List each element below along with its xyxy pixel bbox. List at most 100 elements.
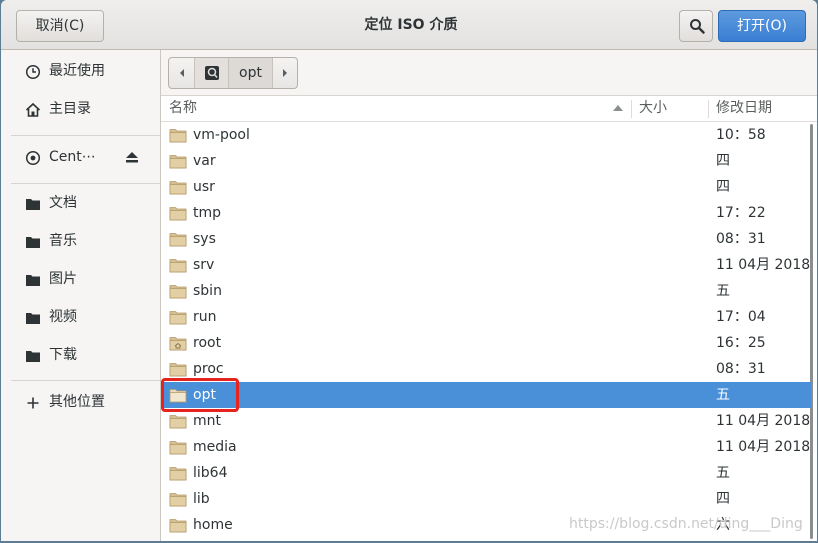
file-name: root	[193, 335, 222, 351]
file-name: lib64	[193, 465, 228, 481]
sidebar-item-recent[interactable]: 最近使用	[11, 52, 160, 90]
file-row[interactable]: opt 五	[161, 378, 811, 412]
sidebar-item-label: 下载	[49, 347, 77, 363]
file-row[interactable]: lib64 五	[161, 460, 811, 486]
column-divider	[631, 100, 632, 118]
sidebar-item-label: 视频	[49, 309, 77, 325]
annotation-highlight-box	[161, 378, 239, 412]
folder-icon	[26, 199, 40, 210]
sidebar-item-other-locations[interactable]: 其他位置	[11, 383, 160, 421]
file-row[interactable]: run 17：04	[161, 304, 811, 330]
file-name: vm-pool	[193, 127, 250, 143]
path-scroll-left-button[interactable]	[169, 58, 195, 88]
folder-icon	[169, 519, 187, 533]
file-modified-date: 17：04	[716, 309, 766, 325]
file-list: vm-pool 10：58 var 四 usr 四 tmp 17：22 sys 08：31 srv 1…	[161, 122, 817, 541]
open-button[interactable]: 打开(O)	[718, 10, 806, 42]
file-row[interactable]: media 11 04月 2018	[161, 434, 811, 460]
column-header-size[interactable]: 大小	[639, 96, 667, 121]
file-row[interactable]: srv 11 04月 2018	[161, 252, 811, 278]
drive-icon	[205, 66, 219, 80]
sidebar-item-label: 最近使用	[49, 63, 105, 79]
folder-icon	[169, 441, 187, 455]
file-modified-date: 五	[716, 465, 730, 481]
sidebar-item-videos[interactable]: 视频	[11, 298, 160, 336]
chevron-right-icon	[283, 69, 287, 77]
file-modified-date: 11 04月 2018	[716, 257, 811, 273]
chevron-left-icon	[180, 69, 184, 77]
folder-icon	[26, 351, 40, 362]
file-row[interactable]: root 16：25	[161, 330, 811, 356]
folder-icon	[26, 313, 40, 324]
file-row[interactable]: usr 四	[161, 174, 811, 200]
path-segment-root[interactable]	[195, 58, 229, 88]
sidebar-item-label: 音乐	[49, 233, 77, 249]
disc-icon	[25, 150, 41, 166]
sidebar-item-pictures[interactable]: 图片	[11, 260, 160, 298]
folder-icon	[26, 237, 40, 248]
file-modified-date: 08：31	[716, 231, 766, 247]
column-divider	[708, 100, 709, 118]
file-name: var	[193, 153, 216, 169]
sidebar-item-label: 图片	[49, 271, 77, 287]
folder-icon	[169, 311, 187, 325]
file-row[interactable]: tmp 17：22	[161, 200, 811, 226]
plus-icon	[27, 397, 39, 409]
places-sidebar: 最近使用 主目录 Cent⋯ 文档 音乐 图片 视频 下载 其他位置	[11, 50, 160, 541]
folder-icon	[169, 155, 187, 169]
file-modified-date: 四	[716, 179, 730, 195]
file-modified-date: 五	[716, 387, 730, 403]
file-modified-date: 08：31	[716, 361, 766, 377]
cancel-button[interactable]: 取消(C)	[16, 10, 104, 42]
path-scroll-right-button[interactable]	[273, 58, 297, 88]
file-name: sbin	[193, 283, 222, 299]
sidebar-item-documents[interactable]: 文档	[11, 184, 160, 222]
file-row[interactable]: var 四	[161, 148, 811, 174]
file-list-pane: opt 名称 大小 修改日期 vm-pool 10：58 var 四 usr 四 tmp 17…	[160, 50, 817, 541]
file-name: sys	[193, 231, 216, 247]
file-name: usr	[193, 179, 215, 195]
file-modified-date: 16：25	[716, 335, 766, 351]
dialog-title: 定位 ISO 介质	[364, 17, 458, 33]
column-header-name[interactable]: 名称	[169, 96, 197, 121]
eject-icon[interactable]	[125, 151, 139, 164]
folder-icon	[26, 275, 40, 286]
file-modified-date: 17：22	[716, 205, 766, 221]
search-button[interactable]	[679, 10, 713, 42]
file-modified-date: 11 04月 2018	[716, 413, 811, 429]
location-bar: opt	[161, 50, 817, 96]
file-row[interactable]: lib 四	[161, 486, 811, 512]
vertical-scrollbar[interactable]	[810, 124, 813, 539]
header-bar: 取消(C) 定位 ISO 介质 打开(O)	[1, 0, 817, 50]
file-name: home	[193, 517, 233, 533]
folder-icon	[169, 415, 187, 429]
sidebar-item-downloads[interactable]: 下载	[11, 336, 160, 374]
sort-ascending-icon	[613, 105, 623, 111]
folder-icon	[169, 493, 187, 507]
sidebar-item-home[interactable]: 主目录	[11, 90, 160, 128]
folder-icon	[169, 363, 187, 377]
file-row[interactable]: vm-pool 10：58	[161, 122, 811, 148]
sidebar-item-label: Cent⋯	[49, 149, 96, 165]
sidebar-item-label: 主目录	[49, 101, 91, 117]
file-modified-date: 四	[716, 153, 730, 169]
file-row[interactable]: sbin 五	[161, 278, 811, 304]
file-row[interactable]: mnt 11 04月 2018	[161, 408, 811, 434]
file-modified-date: 11 04月 2018	[716, 439, 811, 455]
sidebar-item-music[interactable]: 音乐	[11, 222, 160, 260]
folder-icon	[169, 259, 187, 273]
home-icon	[25, 102, 41, 117]
folder-icon	[169, 467, 187, 481]
file-row[interactable]: sys 08：31	[161, 226, 811, 252]
sidebar-item-label: 其他位置	[49, 394, 105, 410]
path-bar: opt	[168, 57, 298, 89]
path-segment-current[interactable]: opt	[229, 58, 273, 88]
column-header-modified[interactable]: 修改日期	[716, 96, 772, 121]
file-name: lib	[193, 491, 210, 507]
home-folder-icon	[169, 337, 187, 351]
sidebar-item-centos-disc[interactable]: Cent⋯	[11, 138, 160, 176]
folder-icon	[169, 207, 187, 221]
sidebar-item-label: 文档	[49, 195, 77, 211]
file-row[interactable]: proc 08：31	[161, 356, 811, 382]
folder-icon	[169, 233, 187, 247]
